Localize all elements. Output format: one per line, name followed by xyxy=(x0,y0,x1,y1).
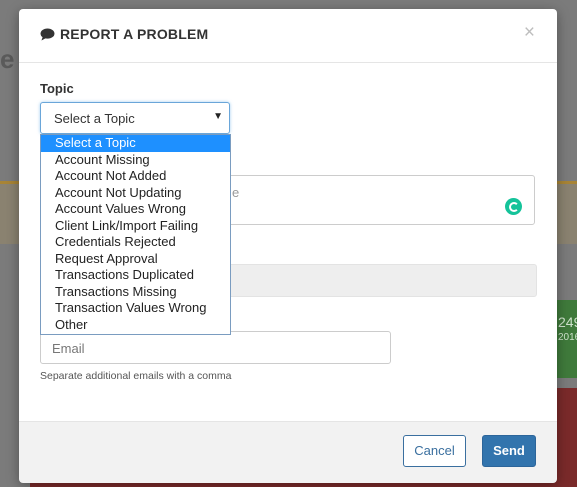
topic-option[interactable]: Other xyxy=(41,317,230,334)
cancel-button[interactable]: Cancel xyxy=(403,435,466,467)
topic-option[interactable]: Account Values Wrong xyxy=(41,201,230,218)
topic-option[interactable]: Account Not Updating xyxy=(41,185,230,202)
topic-option[interactable]: Transactions Missing xyxy=(41,284,230,301)
background-stat-sub: 2016 xyxy=(558,332,577,343)
topic-select-value: Select a Topic xyxy=(54,111,135,126)
chat-bubble-icon xyxy=(40,28,55,41)
topic-option[interactable]: Request Approval xyxy=(41,251,230,268)
topic-label: Topic xyxy=(40,81,74,96)
topic-option[interactable]: Transactions Duplicated xyxy=(41,267,230,284)
report-problem-modal: REPORT A PROBLEM × Topic Select a Topic … xyxy=(19,9,557,483)
topic-dropdown-list: Select a Topic Account Missing Account N… xyxy=(40,134,231,335)
send-button[interactable]: Send xyxy=(482,435,536,467)
close-button[interactable]: × xyxy=(524,23,535,42)
topic-option[interactable]: Credentials Rejected xyxy=(41,234,230,251)
modal-header: REPORT A PROBLEM × xyxy=(19,9,557,63)
topic-select[interactable]: Select a Topic ▼ xyxy=(40,102,230,134)
background-stat-value: 249 xyxy=(558,314,577,330)
modal-footer: Cancel Send xyxy=(19,421,557,483)
topic-option[interactable]: Select a Topic xyxy=(41,135,230,152)
email-input[interactable]: Email xyxy=(40,331,391,364)
topic-option[interactable]: Account Not Added xyxy=(41,168,230,185)
topic-option[interactable]: Transaction Values Wrong xyxy=(41,300,230,317)
email-placeholder: Email xyxy=(52,341,85,356)
grammarly-icon[interactable] xyxy=(505,198,522,215)
modal-title: REPORT A PROBLEM xyxy=(60,26,209,42)
topic-option[interactable]: Account Missing xyxy=(41,152,230,169)
chevron-down-icon: ▼ xyxy=(213,111,223,122)
description-text: e xyxy=(232,185,240,200)
topic-option[interactable]: Client Link/Import Failing xyxy=(41,218,230,235)
email-help-text: Separate additional emails with a comma xyxy=(40,370,232,382)
